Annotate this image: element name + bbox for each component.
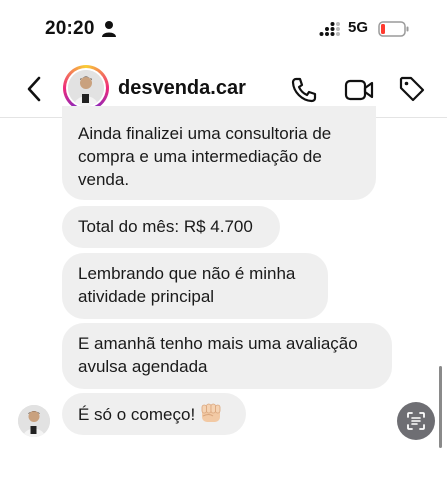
- message-text: Ainda finalizei uma consultoria de compr…: [78, 124, 332, 189]
- tag-icon[interactable]: [398, 75, 426, 103]
- avatar[interactable]: [63, 65, 109, 111]
- message-bubble[interactable]: Ainda finalizei uma consultoria de compr…: [62, 106, 376, 200]
- raised-fist-icon: [201, 403, 221, 422]
- message-text: E amanhã tenho mais uma avaliação avulsa…: [78, 334, 358, 376]
- scrollbar[interactable]: [439, 366, 442, 448]
- message-bubble[interactable]: Total do mês: R$ 4.700: [62, 206, 280, 248]
- sender-avatar[interactable]: [18, 405, 50, 437]
- scan-text-button[interactable]: [397, 402, 435, 440]
- message-bubble[interactable]: É só o começo!: [62, 393, 246, 435]
- status-time: 20:20: [45, 18, 95, 39]
- scan-icon: [407, 412, 425, 430]
- battery-icon: [378, 21, 409, 37]
- network-label: 5G: [348, 19, 369, 36]
- message-text: Lembrando que não é minha atividade prin…: [78, 264, 296, 306]
- person-icon: [102, 21, 116, 37]
- avatar-photo: [68, 70, 104, 106]
- call-icon[interactable]: [290, 76, 318, 104]
- message-bubble[interactable]: Lembrando que não é minha atividade prin…: [62, 253, 328, 319]
- message-text: Total do mês: R$ 4.700: [78, 217, 253, 236]
- message-text: É só o começo!: [78, 405, 196, 424]
- back-icon[interactable]: [24, 74, 46, 104]
- contact-name[interactable]: desvenda.car: [118, 77, 246, 100]
- message-bubble[interactable]: E amanhã tenho mais uma avaliação avulsa…: [62, 323, 392, 389]
- signal-icon: [319, 22, 340, 36]
- video-icon[interactable]: [344, 77, 374, 103]
- status-bar: 20:20 5G: [0, 0, 447, 56]
